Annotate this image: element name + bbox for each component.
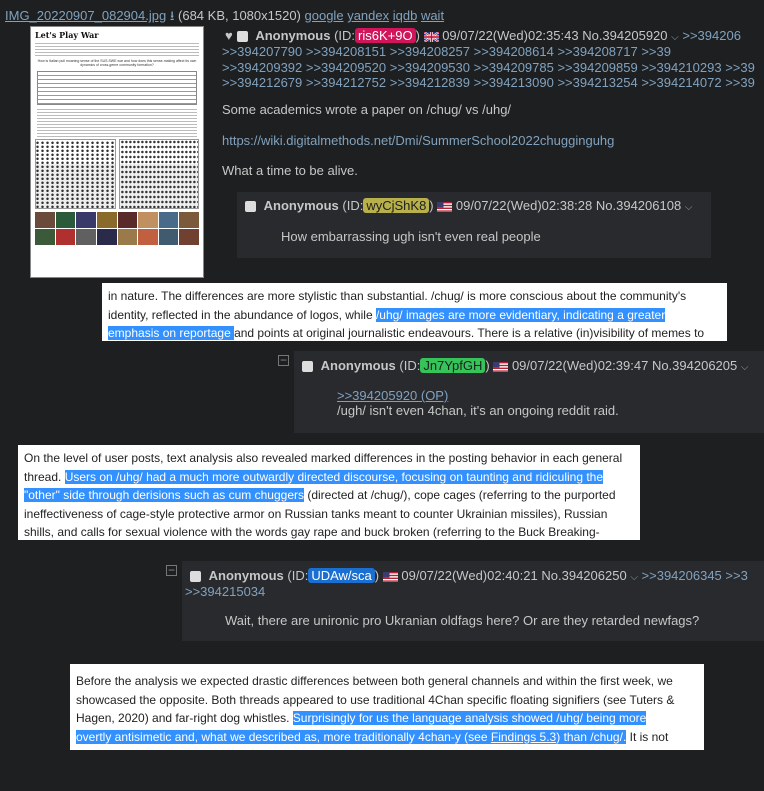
- poster-id-prefix: (ID:: [287, 568, 309, 583]
- poster-name: Anonymous: [263, 198, 339, 213]
- op-url-link[interactable]: https://wiki.digitalmethods.net/Dmi/Summ…: [222, 133, 614, 148]
- us-flag-icon: [493, 361, 509, 372]
- chevron-down-icon[interactable]: ⌵: [671, 32, 679, 43]
- post-number[interactable]: No.394206205: [652, 358, 737, 373]
- reply-post: Anonymous (ID: wyCjShK8) 09/07/22(Wed)02:…: [237, 192, 711, 258]
- findings-link[interactable]: Findings 5.3: [490, 729, 557, 744]
- reply-message: Wait, there are unironic pro Ukranian ol…: [225, 613, 700, 628]
- popup-line: thread. Users on /uhg/ had a much more o…: [24, 469, 604, 484]
- op-backlink-first[interactable]: >>394206: [682, 28, 741, 43]
- reply-backlink[interactable]: >>394206345 >>3: [642, 568, 748, 583]
- file-meta: (684 KB, 1080x1520): [178, 8, 301, 23]
- iqdb-link[interactable]: iqdb: [393, 8, 418, 23]
- collapse-toggle-icon[interactable]: −: [278, 354, 289, 366]
- us-flag-icon: [437, 201, 453, 212]
- post-datetime: 09/07/22(Wed)02:38:28: [455, 198, 593, 213]
- op-backlinks-row[interactable]: >>394212679 >>394212752 >>394212839 >>39…: [222, 75, 755, 91]
- post-checkbox[interactable]: [236, 31, 248, 43]
- poster-id-prefix: (ID:: [399, 358, 421, 373]
- yandex-link[interactable]: yandex: [347, 8, 389, 23]
- popup-line: identity, reflected in the abundance of …: [108, 307, 666, 322]
- popup-line: Hagen, 2020) and far-right dog whistles.…: [76, 711, 647, 725]
- collapse-toggle-icon[interactable]: −: [166, 564, 177, 576]
- reply-header: Anonymous (ID: Jn7YpfGH) 09/07/22(Wed)02:…: [302, 358, 748, 373]
- poster-id-suffix: ): [429, 198, 434, 213]
- thumb-image-grid: [35, 212, 199, 245]
- thumb-charts: [35, 139, 199, 209]
- op-text-line: Some academics wrote a paper on /chug/ v…: [222, 102, 512, 117]
- post-checkbox[interactable]: [190, 571, 201, 583]
- op-post-header: ♥ Anonymous (ID: ris6K+9O) 09/07/22(Wed)0…: [225, 28, 741, 43]
- download-icon[interactable]: ⭳: [170, 8, 175, 23]
- poster-name: Anonymous: [208, 568, 284, 583]
- chevron-down-icon[interactable]: ⌵: [630, 572, 638, 583]
- post-datetime: 09/07/22(Wed)02:39:47: [511, 358, 649, 373]
- op-backlinks-row[interactable]: >>394207790 >>394208151 >>394208257 >>39…: [222, 44, 671, 60]
- poster-id-suffix: ): [374, 568, 380, 583]
- thumb-title: Let's Play War: [35, 30, 99, 40]
- thumb-paragraph: [37, 107, 197, 137]
- poster-id-suffix: ): [485, 358, 490, 373]
- poster-id-suffix: ): [415, 28, 420, 43]
- us-flag-icon: [382, 571, 398, 582]
- poster-name: Anonymous: [255, 28, 331, 43]
- post-number[interactable]: No.394206108: [596, 198, 681, 213]
- popup-line: showcased the opposite. Both threads app…: [76, 692, 675, 707]
- reply-header: Anonymous (ID: wyCjShK8) 09/07/22(Wed)02:…: [245, 198, 692, 213]
- popup-line: in nature. The differences are more styl…: [108, 289, 687, 303]
- poster-id-prefix: (ID:: [334, 28, 356, 43]
- reply-message: How embarrassing ugh isn't even real peo…: [281, 229, 541, 244]
- thumb-text-block: [35, 41, 199, 57]
- poster-id[interactable]: UDAw/sca: [308, 568, 375, 583]
- post-checkbox[interactable]: [302, 361, 313, 373]
- reply-post: Anonymous (ID: UDAw/sca) 09/07/22(Wed)02:…: [182, 561, 764, 641]
- post-checkbox[interactable]: [245, 201, 256, 213]
- chevron-down-icon[interactable]: ⌵: [741, 362, 749, 373]
- popup-line: emphasis on reportage and points at orig…: [108, 326, 705, 340]
- post-number[interactable]: No.394205920: [582, 28, 667, 43]
- reply-post: Anonymous (ID: Jn7YpfGH) 09/07/22(Wed)02:…: [294, 351, 764, 433]
- thumb-diagram: [37, 71, 197, 105]
- heart-icon[interactable]: ♥: [225, 28, 233, 43]
- post-datetime: 09/07/22(Wed)02:35:43: [442, 28, 579, 43]
- reply-header: Anonymous (ID: UDAw/sca) 09/07/22(Wed)02:…: [190, 568, 748, 583]
- popup-line: overtly antisimetic and, what we describ…: [76, 729, 669, 744]
- post-thumbnail[interactable]: Let's Play War How is Italian pull moani…: [30, 26, 204, 278]
- uk-flag-icon: [423, 31, 439, 42]
- popup-line: ineffectiveness of cage-style protective…: [24, 506, 608, 521]
- reply-message: /ugh/ isn't even 4chan, it's an ongoing …: [337, 403, 619, 418]
- quote-popup: in nature. The differences are more styl…: [102, 283, 727, 341]
- poster-id[interactable]: Jn7YpfGH: [420, 358, 486, 373]
- reply-backlink[interactable]: >>394215034: [185, 584, 265, 599]
- poster-name: Anonymous: [320, 358, 396, 373]
- poster-id[interactable]: ris6K+9O: [355, 28, 416, 43]
- post-datetime: 09/07/22(Wed)02:40:21: [401, 568, 538, 583]
- chevron-down-icon[interactable]: ⌵: [685, 202, 693, 213]
- quote-popup: Before the analysis we expected drastic …: [70, 664, 704, 750]
- google-link[interactable]: google: [305, 8, 344, 23]
- poster-id-prefix: (ID:: [342, 198, 364, 213]
- popup-line: shills, and calls for sexual violence wi…: [24, 525, 600, 539]
- thumb-caption: How is Italian pull moaning sense of the…: [37, 59, 197, 67]
- op-text-line: What a time to be alive.: [222, 163, 358, 178]
- post-number[interactable]: No.394206250: [541, 568, 626, 583]
- file-name-link[interactable]: IMG_20220907_082904.jpg: [5, 8, 166, 23]
- quote-link[interactable]: >>394205920 (OP): [337, 388, 448, 403]
- wait-link[interactable]: wait: [421, 8, 444, 23]
- popup-line: On the level of user posts, text analysi…: [24, 451, 623, 465]
- poster-id[interactable]: wyCjShK8: [363, 198, 430, 213]
- popup-line: Before the analysis we expected drastic …: [76, 674, 673, 688]
- popup-line: "other" side through derisions such as c…: [24, 488, 616, 502]
- op-backlinks-row[interactable]: >>394209392 >>394209520 >>394209530 >>39…: [222, 60, 755, 76]
- quote-popup: On the level of user posts, text analysi…: [18, 445, 640, 540]
